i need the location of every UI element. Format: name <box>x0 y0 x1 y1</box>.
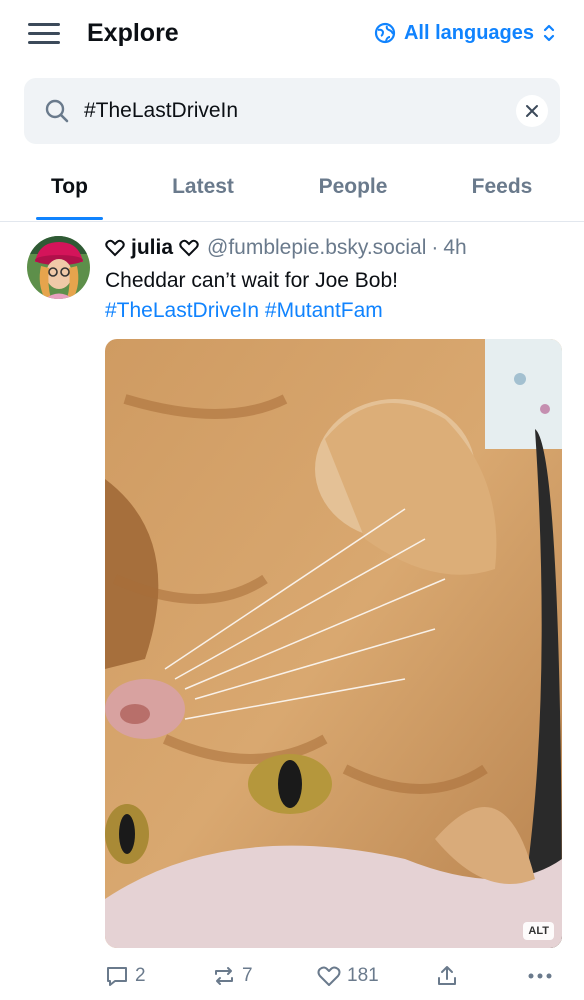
tab-people[interactable]: People <box>306 160 400 220</box>
post-text: Cheddar can’t wait for Joe Bob! <box>105 269 398 292</box>
tab-feeds[interactable]: Feeds <box>460 160 544 220</box>
search-bar <box>24 78 560 144</box>
post-body: Cheddar can’t wait for Joe Bob! #TheLast… <box>105 266 565 326</box>
heart-badge-icon <box>105 239 125 257</box>
reply-button[interactable]: 2 <box>105 960 146 992</box>
language-selector[interactable]: All languages <box>374 18 556 48</box>
post-actions: 2 7 181 <box>105 960 560 992</box>
more-options-button[interactable] <box>527 960 553 992</box>
like-count: 181 <box>347 965 379 986</box>
repost-button[interactable]: 7 <box>212 960 253 992</box>
share-button[interactable] <box>435 960 459 992</box>
search-tabs: Top Latest People Feeds <box>0 160 584 222</box>
reply-count: 2 <box>135 965 146 986</box>
avatar[interactable] <box>27 236 90 299</box>
separator-dot: · <box>431 236 439 259</box>
language-label: All languages <box>403 21 534 44</box>
post-timestamp[interactable]: 4h <box>443 236 466 260</box>
post-header: julia @fumblepie.bsky.social · 4h <box>105 232 467 264</box>
share-icon <box>438 966 456 985</box>
page-title: Explore <box>87 19 179 47</box>
more-dots-icon <box>528 973 552 979</box>
chevron-up-down-icon <box>543 24 555 42</box>
menu-button[interactable] <box>26 18 62 48</box>
clear-search-button[interactable] <box>516 95 548 127</box>
like-button[interactable]: 181 <box>317 960 379 992</box>
heart-badge-icon <box>179 239 199 257</box>
reply-icon <box>107 967 127 986</box>
author-handle[interactable]: @fumblepie.bsky.social <box>207 236 426 260</box>
close-icon <box>526 105 538 117</box>
post-image[interactable]: ALT <box>105 339 562 948</box>
globe-icon <box>374 22 396 44</box>
tab-latest[interactable]: Latest <box>160 160 246 220</box>
alt-text-badge[interactable]: ALT <box>523 922 554 940</box>
hashtag-link[interactable]: #TheLastDriveIn <box>105 299 259 322</box>
heart-icon <box>317 966 341 986</box>
cat-photo <box>105 339 562 948</box>
search-icon <box>45 99 69 123</box>
author-name[interactable]: julia <box>131 236 173 260</box>
repost-count: 7 <box>242 965 253 986</box>
active-tab-indicator <box>36 217 103 220</box>
top-bar: Explore All languages <box>0 0 584 66</box>
tab-top[interactable]: Top <box>36 160 103 220</box>
hamburger-menu-icon <box>28 23 60 44</box>
hashtag-link[interactable]: #MutantFam <box>265 299 383 322</box>
avatar-image <box>27 236 90 299</box>
repost-icon <box>215 967 233 985</box>
search-input[interactable] <box>84 90 504 132</box>
